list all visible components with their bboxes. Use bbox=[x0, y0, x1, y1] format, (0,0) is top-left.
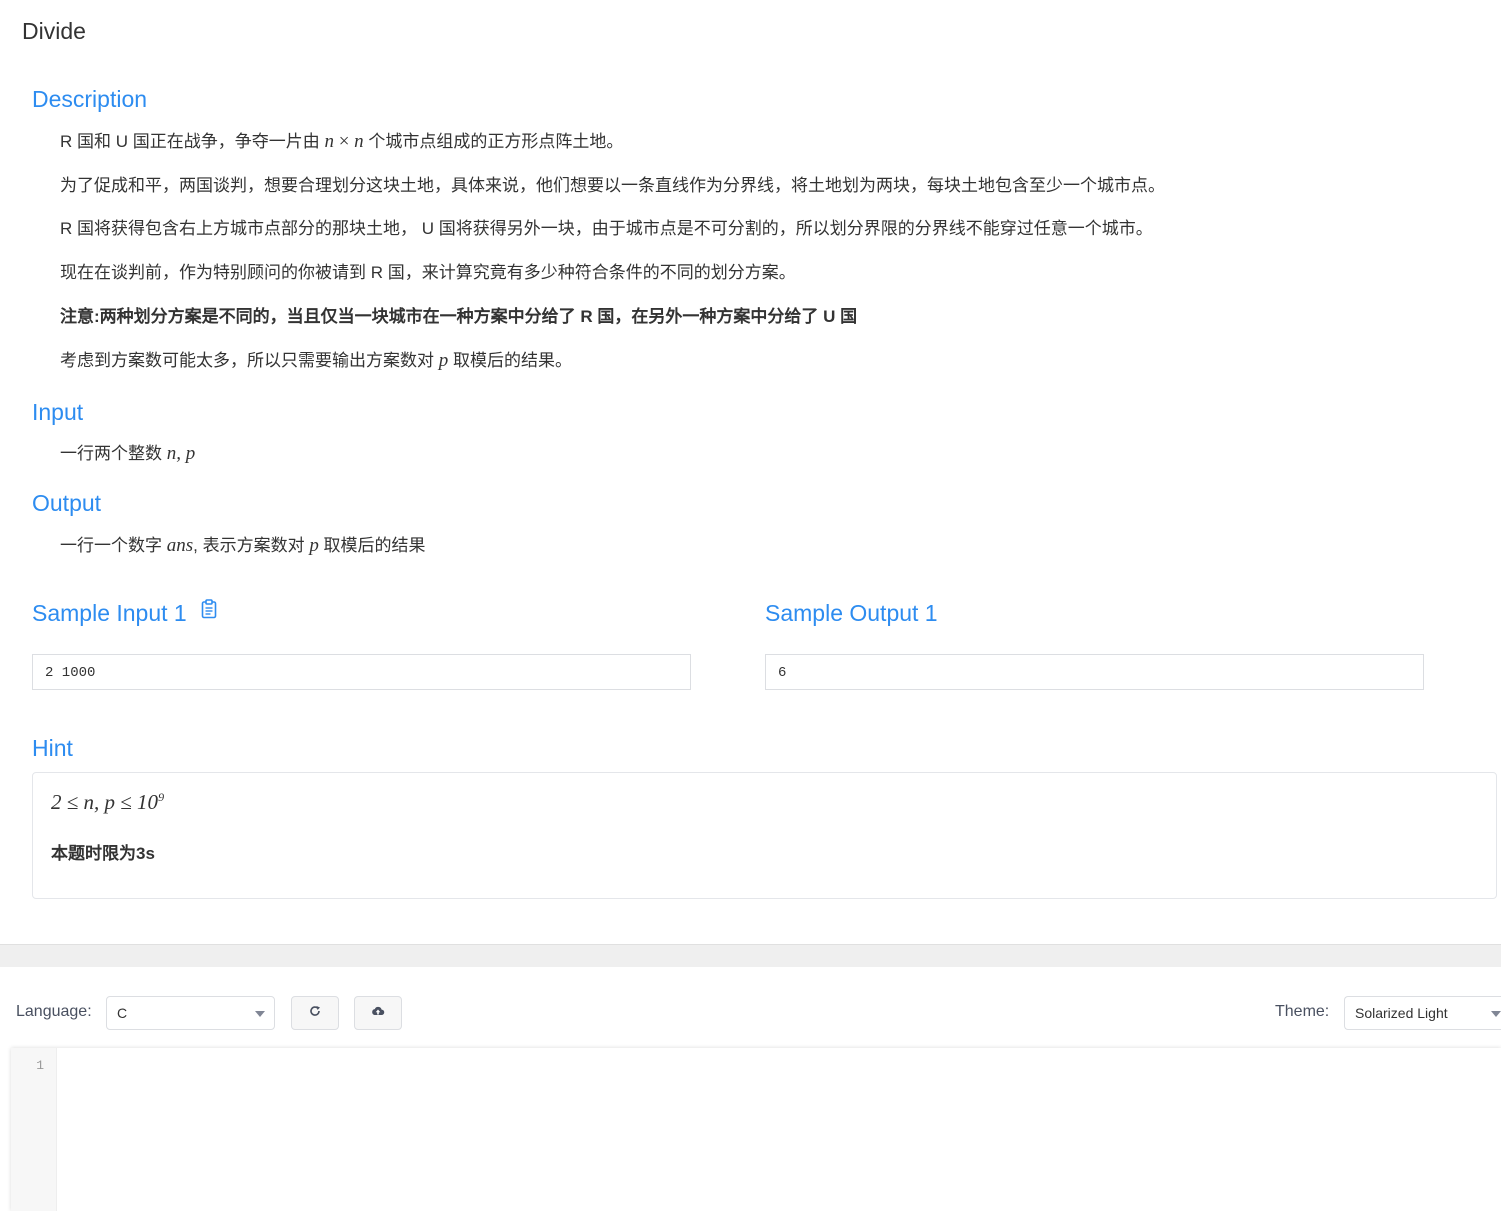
chevron-down-icon bbox=[255, 1011, 265, 1017]
editor-gutter: 1 bbox=[11, 1048, 57, 1211]
note-bold: 注意:两种划分方案是不同的，当且仅当一块城市在一种方案中分给了 R 国，在另外一… bbox=[60, 307, 858, 326]
output-text: 一行一个数字 bbox=[60, 536, 167, 555]
math-ans: ans bbox=[166, 535, 194, 556]
upload-code-button[interactable] bbox=[354, 996, 402, 1030]
chevron-down-icon bbox=[1491, 1011, 1501, 1017]
input-text: 一行两个整数 bbox=[60, 444, 167, 463]
description-paragraph-5: 注意:两种划分方案是不同的，当且仅当一块城市在一种方案中分给了 R 国，在另外一… bbox=[60, 302, 857, 327]
sample-input-title: Sample Input 1 bbox=[32, 600, 187, 626]
output-text: 取模后的结果 bbox=[318, 536, 426, 555]
hint-heading: Hint bbox=[32, 735, 73, 761]
sample-output-heading: Sample Output 1 bbox=[765, 600, 938, 626]
description-paragraph-2: 为了促成和平，两国谈判，想要合理划分这块土地，具体来说，他们想要以一条直线作为分… bbox=[60, 176, 1165, 195]
line-number: 1 bbox=[36, 1058, 44, 1073]
hint-constraint: 2 ≤ n, p ≤ 109 bbox=[51, 790, 165, 814]
sample-output-box[interactable]: 6 bbox=[765, 654, 1424, 690]
math-p: p bbox=[309, 535, 319, 556]
code-editor[interactable]: 1 bbox=[11, 1048, 1501, 1211]
input-description: 一行两个整数 n, p bbox=[60, 439, 195, 465]
clipboard-icon[interactable] bbox=[201, 598, 217, 625]
desc-text: 个城市点组成的正方形点阵土地。 bbox=[363, 132, 624, 151]
theme-value: Solarized Light bbox=[1355, 1005, 1448, 1021]
math-n: n × n bbox=[324, 131, 364, 152]
description-paragraph-6: 考虑到方案数可能太多，所以只需要输出方案数对 p 取模后的结果。 bbox=[60, 346, 572, 372]
language-label: Language: bbox=[16, 1003, 92, 1020]
theme-select[interactable]: Solarized Light bbox=[1344, 996, 1501, 1030]
math-np: n, p bbox=[166, 443, 196, 464]
description-paragraph-3: R 国将获得包含右上方城市点部分的那块土地， U 国将获得另外一块，由于城市点是… bbox=[60, 219, 1153, 238]
output-heading: Output bbox=[32, 490, 102, 516]
theme-label: Theme: bbox=[1275, 1003, 1330, 1020]
section-divider bbox=[0, 944, 1501, 967]
desc-text: R 国和 U 国正在战争，争夺一片由 bbox=[60, 132, 325, 151]
description-heading: Description bbox=[32, 86, 148, 112]
math-p: p bbox=[438, 350, 449, 371]
output-text: , 表示方案数对 bbox=[193, 536, 310, 555]
input-heading: Input bbox=[32, 399, 84, 425]
reset-code-button[interactable] bbox=[291, 996, 339, 1030]
problem-title: Divide bbox=[22, 18, 86, 44]
description-paragraph-1: R 国和 U 国正在战争，争夺一片由 n × n 个城市点组成的正方形点阵土地。 bbox=[60, 127, 623, 153]
sample-input-box[interactable]: 2 1000 bbox=[32, 654, 691, 690]
desc-text: 考虑到方案数可能太多，所以只需要输出方案数对 bbox=[60, 351, 439, 370]
sample-input-heading: Sample Input 1 bbox=[32, 598, 217, 628]
description-paragraph-4: 现在在谈判前，作为特别顾问的你被请到 R 国，来计算究竟有多少种符合条件的不同的… bbox=[60, 263, 796, 282]
hint-box bbox=[32, 772, 1497, 899]
language-value: C bbox=[117, 1005, 128, 1021]
language-select[interactable]: C bbox=[106, 996, 275, 1030]
refresh-icon bbox=[309, 1004, 321, 1022]
cloud-upload-icon bbox=[371, 1004, 385, 1022]
hint-time-limit: 本题时限为3s bbox=[51, 844, 155, 863]
desc-text: 取模后的结果。 bbox=[448, 351, 572, 370]
output-description: 一行一个数字 ans, 表示方案数对 p 取模后的结果 bbox=[60, 531, 426, 557]
